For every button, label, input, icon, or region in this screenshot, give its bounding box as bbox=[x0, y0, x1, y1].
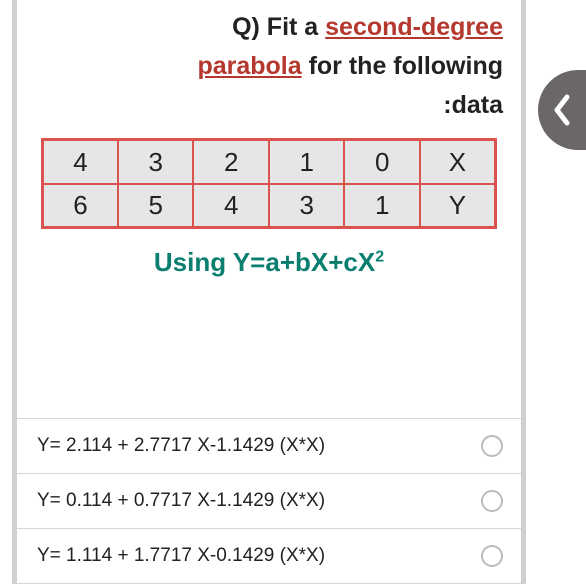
option-row[interactable]: Y= 0.114 + 0.7717 X-1.1429 (X*X) bbox=[17, 473, 521, 528]
prev-nav-button[interactable] bbox=[538, 70, 586, 150]
cell: 0 bbox=[344, 140, 419, 184]
data-table-wrap: 4 3 2 1 0 X 6 5 4 3 1 Y bbox=[41, 138, 497, 229]
cell: Y bbox=[420, 184, 496, 228]
q-prefix: Q) Fit a bbox=[232, 13, 325, 41]
cell: 2 bbox=[193, 140, 268, 184]
content-area: Q) Fit a second-degree parabola for the … bbox=[17, 0, 521, 584]
radio-icon[interactable] bbox=[481, 545, 503, 567]
option-label: Y= 1.114 + 1.7717 X-0.1429 (X*X) bbox=[31, 545, 469, 567]
chevron-left-icon bbox=[552, 94, 572, 126]
cell: 4 bbox=[193, 184, 268, 228]
link-parabola[interactable]: parabola bbox=[197, 52, 301, 80]
right-border bbox=[521, 0, 526, 584]
option-row[interactable]: Y= 1.114 + 1.7717 X-0.1429 (X*X) bbox=[17, 528, 521, 584]
options-list: Y= 2.114 + 2.7717 X-1.1429 (X*X) Y= 0.11… bbox=[17, 418, 521, 584]
table-row: 4 3 2 1 0 X bbox=[43, 140, 496, 184]
cell: 6 bbox=[43, 184, 118, 228]
option-label: Y= 2.114 + 2.7717 X-1.1429 (X*X) bbox=[31, 435, 469, 457]
table-row: 6 5 4 3 1 Y bbox=[43, 184, 496, 228]
data-table: 4 3 2 1 0 X 6 5 4 3 1 Y bbox=[41, 138, 497, 229]
formula-prefix: Using Y=a+bX+cX bbox=[154, 247, 375, 277]
radio-icon[interactable] bbox=[481, 435, 503, 457]
cell: 1 bbox=[344, 184, 419, 228]
cell: 5 bbox=[118, 184, 193, 228]
radio-icon[interactable] bbox=[481, 490, 503, 512]
formula-power: 2 bbox=[375, 249, 384, 266]
q-suffix: :data bbox=[443, 91, 503, 119]
cell: 1 bbox=[269, 140, 344, 184]
option-row[interactable]: Y= 2.114 + 2.7717 X-1.1429 (X*X) bbox=[17, 418, 521, 473]
cell: 4 bbox=[43, 140, 118, 184]
formula-text: Using Y=a+bX+cX2 bbox=[17, 247, 521, 278]
link-second-degree[interactable]: second-degree bbox=[325, 13, 503, 41]
q-mid: for the following bbox=[302, 52, 503, 80]
option-label: Y= 0.114 + 0.7717 X-1.1429 (X*X) bbox=[31, 490, 469, 512]
question-text: Q) Fit a second-degree parabola for the … bbox=[17, 8, 521, 124]
cell: X bbox=[420, 140, 496, 184]
cell: 3 bbox=[269, 184, 344, 228]
cell: 3 bbox=[118, 140, 193, 184]
